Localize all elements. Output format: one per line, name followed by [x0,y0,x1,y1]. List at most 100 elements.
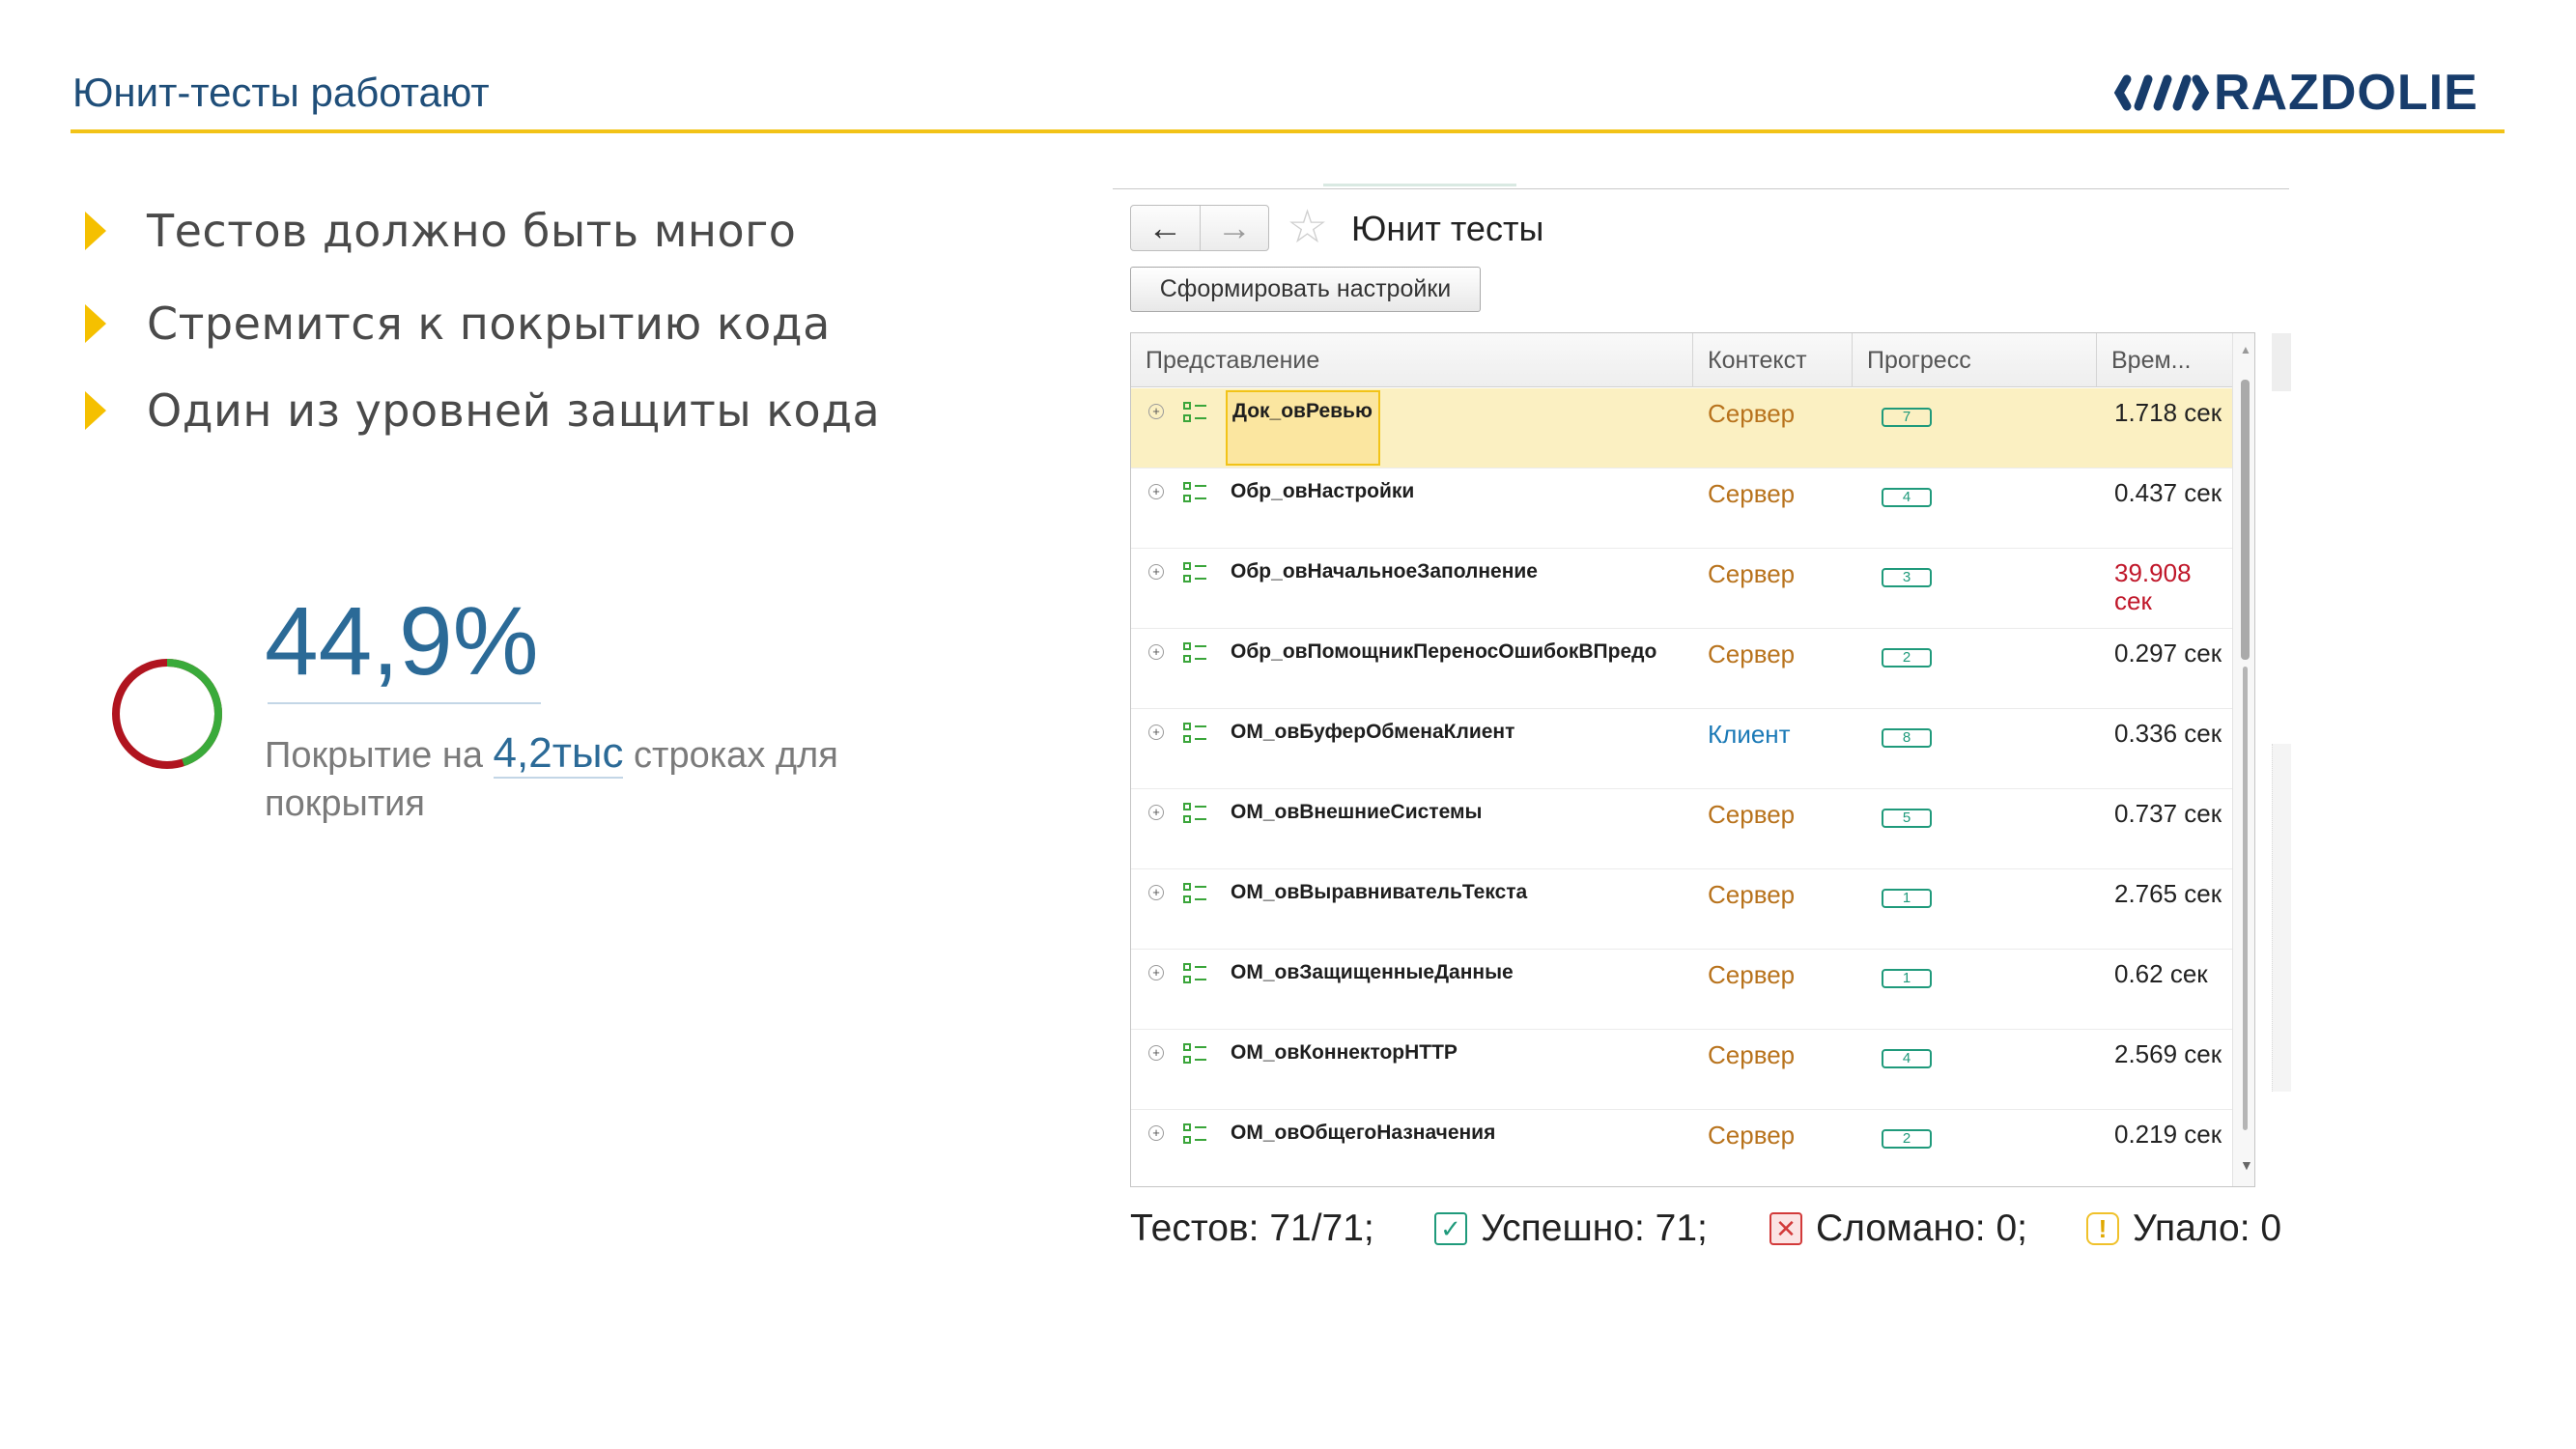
cell-time: 1.718 сек [2114,398,2222,427]
progress-badge: 3 [1882,568,1932,587]
cell-name: + ОМ_овБуферОбменаКлиент [1131,709,1693,788]
forward-button[interactable]: → [1199,206,1269,250]
progress-badge: 2 [1882,648,1932,668]
cell-progress: 5 [1853,789,2097,868]
arrow-right-icon: → [1216,208,1252,247]
coverage-lines-link[interactable]: 4,2тыс [493,729,624,779]
table-row[interactable]: + Док_овРевью Сервер 7 1.718 сек [1131,388,2232,469]
expand-icon[interactable]: + [1148,724,1164,740]
cell-progress: 4 [1853,469,2097,548]
checkmark-icon: ✓ [1434,1212,1467,1245]
progress-badge: 1 [1882,969,1932,988]
table-row[interactable]: + ОМ_овЗащищенныеДанные Сервер 1 0.62 сек [1131,950,2232,1030]
test-name: ОМ_овЗащищенныеДанные [1231,961,1514,983]
cell-time: 0.62 сек [2114,959,2208,988]
scrollbar-track[interactable] [2243,667,2248,1130]
summary-broken: ✕ Сломано: 0; [1769,1208,2027,1250]
column-header-context[interactable]: Контекст [1693,333,1853,387]
cell-context: Сервер [1708,479,1796,508]
test-name: Обр_овНастройки [1231,480,1415,502]
star-icon[interactable]: ☆ [1287,205,1328,251]
cell-name: + ОМ_овВнешниеСистемы [1131,789,1693,868]
bullet-text: Тестов должно быть много [147,205,797,257]
side-panel-edge [2272,744,2291,1092]
progress-badge: 5 [1882,809,1932,828]
logo-mark-icon [2113,74,2210,111]
tests-table: Представление Контекст Прогресс Врем... … [1130,332,2255,1187]
cell-time: 39.908 сек [2114,558,2192,615]
cell-context: Сервер [1708,399,1796,428]
column-header-name[interactable]: Представление [1131,333,1693,387]
logo-text: RAZDOLIE [2214,65,2478,121]
bullet-arrow-icon [85,212,106,250]
test-name: ОМ_овКоннекторHTTP [1231,1041,1458,1064]
scroll-down-icon[interactable]: ▼ [2240,1157,2253,1173]
cell-progress: 2 [1853,1110,2097,1186]
test-group-icon [1183,723,1208,746]
summary-failed-text: Упало: 0 [2133,1208,2282,1249]
table-row[interactable]: + ОМ_овВыравнивательТекста Сервер 1 2.765 се… [1131,869,2232,950]
summary-success: ✓ Успешно: 71; [1434,1208,1708,1250]
bullet-item: Один из уровней защиты кода [85,384,880,437]
cell-context: Сервер [1708,960,1796,989]
table-row[interactable]: + Обр_овНастройки Сервер 4 0.437 сек [1131,469,2232,549]
form-title: Юнит тесты [1351,209,1544,248]
table-row[interactable]: + Обр_овНачальноеЗаполнение Сервер 3 39.908 … [1131,549,2232,629]
summary-success-text: Успешно: 71; [1481,1208,1708,1249]
cell-progress: 1 [1853,950,2097,1029]
table-row[interactable]: + ОМ_овОбщегоНазначения Сервер 2 0.219 сек [1131,1110,2232,1186]
table-row[interactable]: + ОМ_овВнешниеСистемы Сервер 5 0.737 сек [1131,789,2232,869]
scrollbar-thumb[interactable] [2241,380,2250,660]
cell-time: 0.219 сек [2114,1120,2222,1149]
cell-progress: 8 [1853,709,2097,788]
table-row[interactable]: + Обр_овПомощникПереносОшибокВПредо Сервер… [1131,629,2232,709]
cell-progress: 1 [1853,869,2097,949]
cell-name: + ОМ_овВыравнивательТекста [1131,869,1693,949]
expand-icon[interactable]: + [1148,644,1164,660]
back-button[interactable]: ← [1131,206,1200,250]
table-row[interactable]: + ОМ_овКоннекторHTTP Сервер 4 2.569 сек [1131,1030,2232,1110]
expand-icon[interactable]: + [1148,965,1164,980]
bullet-arrow-icon [85,391,106,430]
expand-icon[interactable]: + [1148,805,1164,820]
scroll-up-icon[interactable]: ▲ [2240,343,2251,356]
generate-settings-button[interactable]: Сформировать настройки [1130,267,1481,312]
table-header: Представление Контекст Прогресс Врем... [1131,333,2232,387]
cell-time: 2.765 сек [2114,879,2222,908]
summary-broken-text: Сломано: 0; [1816,1208,2027,1249]
test-name: ОМ_овОбщегоНазначения [1231,1122,1496,1144]
test-name: ОМ_овВыравнивательТекста [1231,881,1528,903]
test-name: Обр_овНачальноеЗаполнение [1231,560,1538,582]
cell-time: 0.297 сек [2114,639,2222,668]
expand-icon[interactable]: + [1148,885,1164,900]
column-header-time[interactable]: Врем... [2097,333,2232,387]
test-name: Док_овРевью [1226,390,1380,466]
expand-icon[interactable]: + [1148,1125,1164,1141]
cell-name: + Обр_овНачальноеЗаполнение [1131,549,1693,628]
progress-badge: 4 [1882,1049,1932,1068]
progress-badge: 7 [1882,408,1932,427]
vertical-scrollbar[interactable]: ▲ ▼ [2232,333,2254,1186]
expand-icon[interactable]: + [1148,404,1164,419]
column-header-progress[interactable]: Прогресс [1853,333,2097,387]
test-name: Обр_овПомощникПереносОшибокВПредо [1231,640,1657,663]
progress-badge: 4 [1882,488,1932,507]
test-group-icon [1183,963,1208,986]
razdolie-logo: RAZDOLIE [2113,66,2509,120]
expand-icon[interactable]: + [1148,1045,1164,1061]
cell-context: Сервер [1708,800,1796,829]
table-row[interactable]: + ОМ_овБуферОбменаКлиент Клиент 8 0.336 сек [1131,709,2232,789]
progress-badge: 2 [1882,1129,1932,1149]
test-name: ОМ_овБуферОбменаКлиент [1231,721,1515,743]
bullet-item: Стремится к покрытию кода [85,298,831,350]
cell-name: + Док_овРевью [1131,388,1693,468]
expand-icon[interactable]: + [1148,484,1164,499]
form-top-divider [1113,188,2289,189]
cell-name: + ОМ_овКоннекторHTTP [1131,1030,1693,1109]
expand-icon[interactable]: + [1148,564,1164,580]
navigation-buttons: ← → [1130,205,1269,251]
cell-context: Сервер [1708,880,1796,909]
cell-time: 2.569 сек [2114,1039,2222,1068]
progress-badge: 1 [1882,889,1932,908]
title-underline [71,129,2505,133]
